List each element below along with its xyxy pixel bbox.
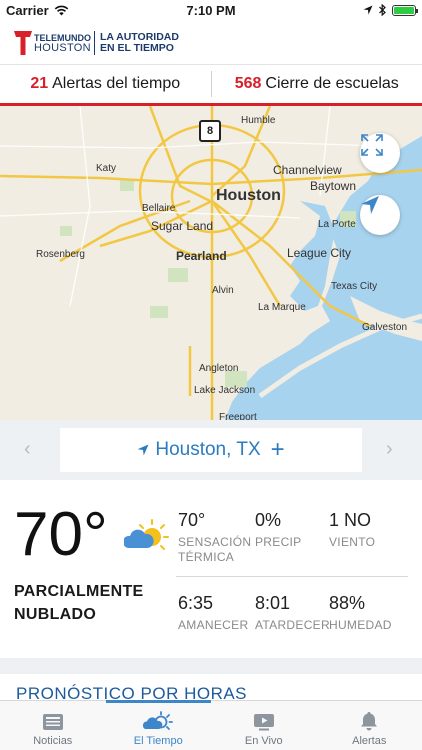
alerts-bar: 21 Alertas del tiempo 568 Cierre de escuel…	[0, 64, 422, 106]
expand-icon	[361, 134, 383, 156]
map-label-freeport: Freeport	[219, 412, 257, 420]
sunset-value: 8:01	[255, 593, 291, 613]
map-label-alvin: Alvin	[212, 285, 234, 296]
location-selector[interactable]: Houston, TX +	[60, 428, 362, 472]
status-right	[363, 4, 418, 16]
locate-me-button[interactable]	[360, 195, 400, 235]
sunrise-value: 6:35	[178, 593, 214, 613]
location-bar: ‹ Houston, TX + ›	[0, 420, 422, 480]
weather-map[interactable]: Humble 8 Katy Channelview Baytown Housto…	[0, 106, 422, 420]
school-closings-link[interactable]: 568 Cierre de escuelas	[212, 75, 422, 93]
feels-like-value: 70°	[178, 510, 206, 530]
stats-divider	[176, 576, 408, 577]
map-label-la-porte: La Porte	[318, 219, 356, 230]
humidity-value: 88%	[329, 593, 366, 613]
add-location-button[interactable]: +	[271, 436, 285, 464]
bell-icon	[361, 712, 378, 731]
location-arrow-icon	[361, 196, 379, 214]
map-label-baytown: Baytown	[310, 179, 357, 193]
map-label-sugar-land: Sugar Land	[151, 219, 214, 233]
condition-text: PARCIALMENTE NUBLADO	[14, 580, 144, 626]
news-icon	[42, 714, 63, 730]
map-label-la-marque: La Marque	[258, 302, 306, 313]
current-temperature: 70°	[14, 500, 108, 569]
telemundo-logo-icon	[14, 31, 32, 55]
condition-line-2: NUBLADO	[14, 606, 97, 623]
highway-shield: 8	[199, 120, 221, 142]
live-video-icon	[253, 714, 274, 731]
tagline-line-2: EN EL TIEMPO	[100, 42, 174, 54]
weather-alerts-label: Alertas del tiempo	[52, 75, 181, 92]
map-label-angleton: Angleton	[199, 363, 239, 374]
sunset-stat: 8:01 ATARDECER	[255, 593, 330, 633]
tab-el-tiempo[interactable]: El Tiempo	[105, 700, 211, 750]
clock: 7:10 PM	[186, 3, 236, 18]
expand-map-button[interactable]	[360, 133, 400, 173]
tab-en-vivo-label: En Vivo	[244, 735, 283, 747]
humidity-label: HUMEDAD	[329, 618, 392, 632]
weather-icon	[143, 711, 174, 730]
feels-like-label: SENSACIÓN TÉRMICA	[178, 535, 251, 565]
sunrise-label: AMANECER	[178, 618, 249, 632]
wind-label: VIENTO	[329, 535, 376, 549]
tab-noticias-label: Noticias	[33, 735, 73, 747]
sunset-label: ATARDECER	[255, 618, 330, 632]
current-conditions: 70° PARCIALMENTE NUBLADO 70° SENSACIÓN T…	[0, 480, 422, 658]
active-tab-indicator	[105, 700, 211, 703]
location-services-icon	[363, 5, 373, 15]
precip-value: 0%	[255, 510, 282, 530]
tab-en-vivo[interactable]: En Vivo	[211, 701, 317, 750]
precip-stat: 0% PRECIP	[255, 510, 301, 550]
feels-like-label-line-2: TÉRMICA	[178, 550, 235, 564]
location-arrow-icon	[137, 444, 149, 456]
feels-like-stat: 70° SENSACIÓN TÉRMICA	[178, 510, 251, 565]
previous-location-button[interactable]: ‹	[24, 438, 31, 461]
brand-divider	[94, 31, 95, 55]
bluetooth-icon	[379, 4, 386, 16]
next-location-button[interactable]: ›	[386, 438, 393, 461]
battery-icon	[392, 4, 418, 16]
map-label-rosenberg: Rosenberg	[36, 249, 85, 260]
map-label-houston: Houston	[216, 187, 281, 204]
tab-alertas[interactable]: Alertas	[317, 701, 422, 750]
station-name: TELEMUNDO HOUSTON	[34, 33, 91, 54]
school-closings-count: 568	[234, 75, 262, 92]
map-label-pearland: Pearland	[176, 249, 227, 263]
wind-stat: 1 NO VIENTO	[329, 510, 375, 550]
precip-label: PRECIP	[255, 535, 302, 549]
humidity-stat: 88% HUMEDAD	[329, 593, 392, 633]
brand-tagline: LA AUTORIDAD EN EL TIEMPO	[100, 32, 179, 54]
map-label-texas-city: Texas City	[331, 281, 378, 292]
partly-cloudy-icon	[124, 519, 169, 550]
map-label-league-city: League City	[287, 246, 352, 260]
map-label-lake-jackson: Lake Jackson	[194, 385, 256, 396]
map-label-katy: Katy	[96, 163, 117, 174]
weather-alerts-link[interactable]: 21 Alertas del tiempo	[0, 75, 211, 93]
feels-like-label-line-1: SENSACIÓN	[178, 535, 252, 549]
tab-el-tiempo-label: El Tiempo	[133, 735, 183, 747]
map-label-channelview: Channelview	[273, 163, 342, 177]
school-closings-label: Cierre de escuelas	[265, 75, 399, 92]
map-label-bellaire: Bellaire	[142, 203, 176, 214]
status-bar: Carrier 7:10 PM	[0, 0, 422, 22]
map-label-galveston: Galveston	[362, 322, 408, 333]
map-label-humble: Humble	[241, 115, 276, 126]
tab-alertas-label: Alertas	[352, 735, 387, 747]
condition-line-1: PARCIALMENTE	[14, 583, 144, 600]
wind-value: 1 NO	[329, 510, 372, 530]
tab-bar: Noticias El Tiempo En Vivo Alertas	[0, 700, 422, 750]
weather-alerts-count: 21	[30, 75, 49, 92]
section-spacer	[0, 658, 422, 674]
sunrise-stat: 6:35 AMANECER	[178, 593, 248, 633]
location-name: Houston, TX	[155, 439, 261, 460]
brand-header: TELEMUNDO HOUSTON LA AUTORIDAD EN EL TIE…	[0, 22, 422, 64]
station-city: HOUSTON	[34, 42, 91, 54]
tab-noticias[interactable]: Noticias	[0, 701, 106, 750]
